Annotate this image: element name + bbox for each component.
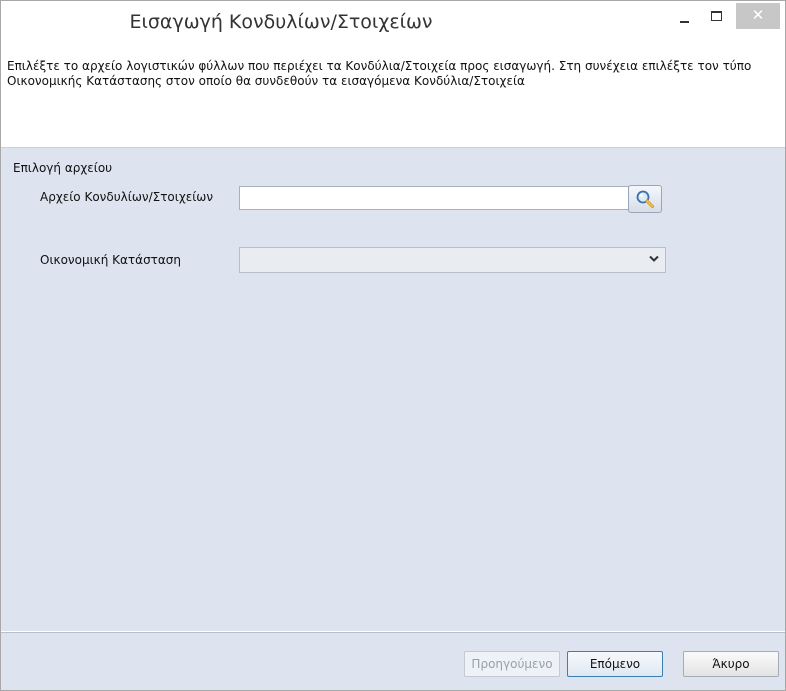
button-bar: Προηγούμενο Επόμενο Άκυρο	[1, 632, 785, 690]
financial-statement-select[interactable]	[239, 247, 666, 273]
close-button[interactable]: ✕	[736, 3, 780, 29]
instructions-text: Επιλέξτε το αρχείο λογιστικών φύλλων που…	[7, 59, 752, 88]
file-path-input[interactable]	[239, 186, 629, 210]
group-title: Επιλογή αρχείου	[13, 161, 113, 175]
file-label: Αρχείο Κονδυλίων/Στοιχείων	[40, 190, 214, 204]
import-dialog: Εισαγωγή Κονδυλίων/Στοιχείων ✕ Επιλέξτε …	[0, 0, 786, 691]
financial-statement-label: Οικονομική Κατάσταση	[40, 253, 182, 267]
previous-button[interactable]: Προηγούμενο	[464, 651, 560, 677]
magnifier-icon	[636, 190, 655, 209]
title-bar[interactable]: Εισαγωγή Κονδυλίων/Στοιχείων ✕	[1, 1, 785, 45]
cancel-button[interactable]: Άκυρο	[683, 651, 779, 677]
next-button[interactable]: Επόμενο	[567, 651, 663, 677]
chevron-down-icon	[649, 255, 659, 262]
minimize-icon	[680, 21, 689, 23]
maximize-button[interactable]	[701, 4, 733, 32]
maximize-icon	[711, 11, 722, 21]
window-title: Εισαγωγή Κονδυλίων/Στοιχείων	[129, 11, 433, 33]
file-selection-panel: Επιλογή αρχείου Αρχείο Κονδυλίων/Στοιχεί…	[1, 148, 785, 631]
minimize-button[interactable]	[669, 4, 701, 32]
instructions-panel: Επιλέξτε το αρχείο λογιστικών φύλλων που…	[1, 45, 785, 148]
browse-file-button[interactable]	[628, 185, 662, 213]
close-icon: ✕	[751, 6, 765, 24]
